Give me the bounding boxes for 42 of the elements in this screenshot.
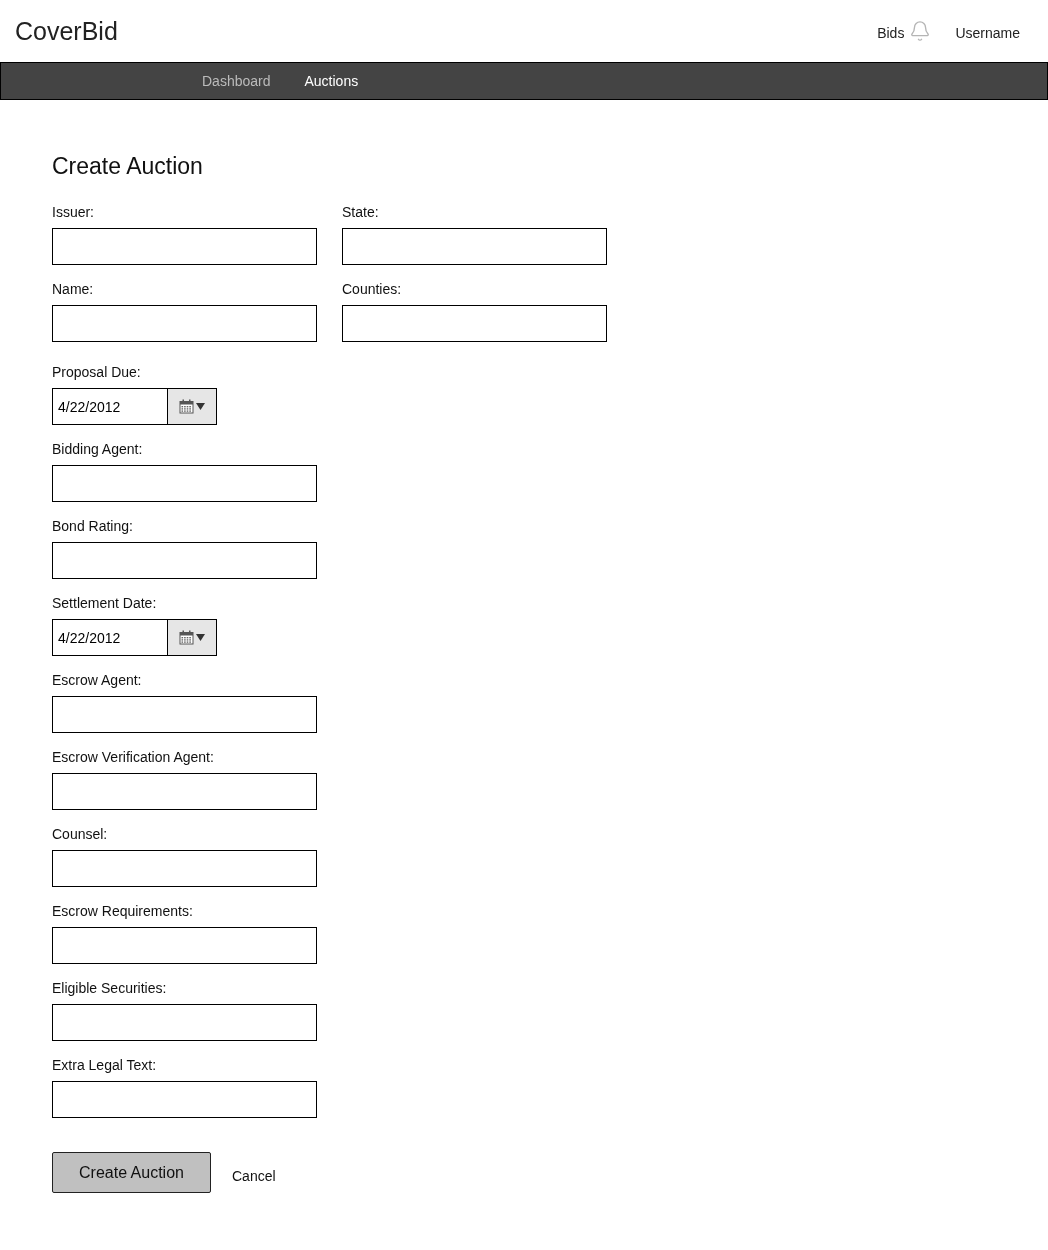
- field-label: Bidding Agent:: [52, 441, 144, 457]
- field-label: Escrow Agent:: [52, 672, 143, 688]
- field-label: Counties:: [342, 281, 403, 297]
- caret-down-icon: [196, 403, 205, 410]
- date-picker[interactable]: 4/22/2012: [52, 388, 217, 425]
- field-label: State:: [342, 204, 380, 220]
- field-label: Issuer:: [52, 204, 95, 220]
- nav-tab[interactable]: Dashboard: [186, 70, 287, 92]
- date-picker[interactable]: 4/22/2012: [52, 619, 217, 656]
- text-input[interactable]: [342, 228, 607, 265]
- app-logo: CoverBid: [15, 18, 118, 44]
- field-label: Name:: [52, 281, 95, 297]
- text-input[interactable]: [52, 228, 317, 265]
- text-input[interactable]: [52, 1004, 317, 1041]
- field-label: Proposal Due:: [52, 364, 142, 380]
- bids-link[interactable]: Bids: [877, 22, 905, 44]
- calendar-dropdown-button[interactable]: [167, 389, 216, 424]
- create-auction-button[interactable]: Create Auction: [52, 1152, 211, 1193]
- text-input[interactable]: [52, 773, 317, 810]
- field-label: Escrow Verification Agent:: [52, 749, 215, 765]
- field-label: Eligible Securities:: [52, 980, 168, 996]
- text-input[interactable]: [52, 542, 317, 579]
- nav-tab[interactable]: Auctions: [288, 70, 375, 92]
- text-input[interactable]: [52, 1081, 317, 1118]
- cancel-link[interactable]: Cancel: [232, 1165, 276, 1187]
- calendar-icon: [179, 630, 194, 645]
- field-label: Escrow Requirements:: [52, 903, 194, 919]
- text-input[interactable]: [52, 305, 317, 342]
- text-input[interactable]: [52, 465, 317, 502]
- caret-down-icon: [196, 634, 205, 641]
- field-label: Settlement Date:: [52, 595, 158, 611]
- text-input[interactable]: [52, 850, 317, 887]
- field-label: Counsel:: [52, 826, 109, 842]
- field-label: Extra Legal Text:: [52, 1057, 158, 1073]
- username-link[interactable]: Username: [955, 22, 1020, 44]
- field-label: Bond Rating:: [52, 518, 134, 534]
- text-input[interactable]: [52, 927, 317, 964]
- text-input[interactable]: [52, 696, 317, 733]
- calendar-dropdown-button[interactable]: [167, 620, 216, 655]
- calendar-icon: [179, 399, 194, 414]
- page-title: Create Auction: [52, 152, 204, 180]
- text-input[interactable]: [342, 305, 607, 342]
